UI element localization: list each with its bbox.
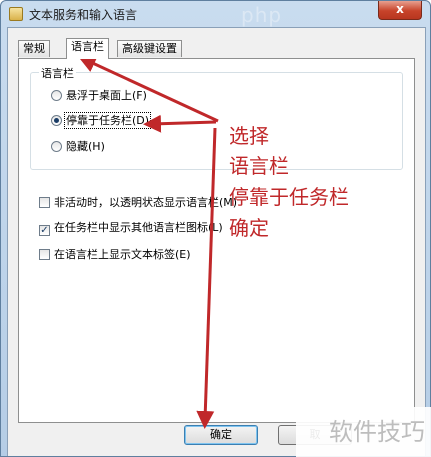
ok-button[interactable]: 确定 [184, 425, 258, 445]
tab-general[interactable]: 常规 [18, 40, 50, 57]
radio-label: 隐藏(H) [66, 140, 105, 153]
annotation-line-4: 确定 [229, 216, 269, 240]
keyboard-icon [9, 7, 23, 21]
checkbox-label: 非活动时，以透明状态显示语言栏(M) [54, 196, 238, 209]
checkbox[interactable] [39, 197, 50, 208]
title-bar: 文本服务和输入语言 php x [1, 1, 430, 27]
checkbox-label: 在语言栏上显示文本标签(E) [54, 248, 191, 261]
close-button[interactable]: x [378, 1, 422, 20]
dialog-client-area: 常规 语言栏 高级键设置 语言栏 悬浮于桌面上(F) 停靠于任务栏(D) 隐藏(… [7, 27, 426, 456]
radio-hidden[interactable]: 隐藏(H) [51, 139, 105, 155]
radio-label: 停靠于任务栏(D) [63, 112, 152, 129]
radio-label: 悬浮于桌面上(F) [66, 89, 147, 102]
dialog-window: 文本服务和输入语言 php x 常规 语言栏 高级键设置 语言栏 悬浮于桌面上(… [0, 0, 431, 457]
checkbox-checked[interactable]: ✓ [39, 225, 50, 236]
window-title: 文本服务和输入语言 [29, 8, 138, 22]
watermark-bottom: 软件技巧 [296, 407, 431, 457]
language-bar-groupbox: 语言栏 悬浮于桌面上(F) 停靠于任务栏(D) 隐藏(H) [30, 65, 403, 170]
checkbox[interactable] [39, 249, 50, 260]
annotation-line-1: 选择 [229, 124, 269, 148]
radio-dock-in-taskbar[interactable]: 停靠于任务栏(D) [51, 112, 152, 129]
radio-button[interactable] [51, 141, 62, 152]
radio-button[interactable] [51, 90, 62, 101]
watermark-top: php [241, 3, 283, 27]
group-label: 语言栏 [39, 65, 76, 81]
tab-advanced-key-settings[interactable]: 高级键设置 [117, 40, 182, 57]
radio-button-selected[interactable] [51, 115, 62, 126]
checkbox-transparent-when-inactive[interactable]: 非活动时，以透明状态显示语言栏(M) [39, 195, 237, 211]
annotation-line-3: 停靠于任务栏 [229, 185, 349, 209]
radio-float-on-desktop[interactable]: 悬浮于桌面上(F) [51, 88, 147, 104]
checkbox-show-extra-icons[interactable]: ✓ 在任务栏中显示其他语言栏图标(L) [39, 220, 223, 236]
annotation-line-2: 语言栏 [229, 154, 289, 178]
checkbox-show-text-labels[interactable]: 在语言栏上显示文本标签(E) [39, 247, 191, 263]
tab-panel-language-bar: 语言栏 悬浮于桌面上(F) 停靠于任务栏(D) 隐藏(H) 非活动时，以透明状态… [18, 58, 415, 423]
checkbox-label: 在任务栏中显示其他语言栏图标(L) [54, 221, 223, 234]
tab-language-bar[interactable]: 语言栏 [66, 38, 109, 59]
